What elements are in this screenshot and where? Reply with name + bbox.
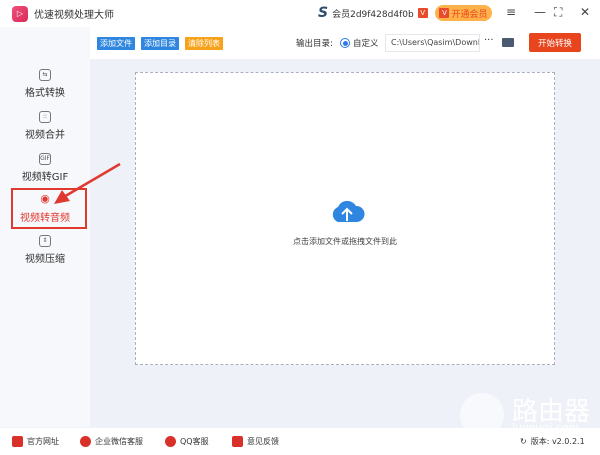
annotation-arrow-icon (54, 162, 121, 204)
qq-icon (165, 436, 176, 447)
add-folder-button[interactable]: 添加目录 (141, 37, 179, 50)
vip-icon: V (439, 8, 450, 18)
member-info[interactable]: S 会员2d9f428d4f0b V (318, 5, 428, 21)
website-link[interactable]: 官方网址 (12, 436, 59, 447)
website-label: 官方网址 (27, 437, 59, 446)
footer: 官方网址 企业微信客服 QQ客服 意见反馈 ↻ 版本: v2.0.2.1 (0, 428, 600, 455)
wechat-icon (80, 436, 91, 447)
drop-hint: 点击添加文件或拖拽文件到此 (293, 237, 397, 246)
feedback-icon (232, 436, 243, 447)
version-info[interactable]: ↻ 版本: v2.0.2.1 (520, 436, 585, 447)
open-vip-label: 开通会员 (451, 9, 488, 20)
title-bar: ▷ 优速视频处理大师 S 会员2d9f428d4f0b V V 开通会员 ≡ — … (0, 0, 600, 27)
wechat-link[interactable]: 企业微信客服 (80, 436, 143, 447)
folder-icon[interactable] (502, 38, 514, 47)
drop-zone[interactable]: 点击添加文件或拖拽文件到此 (135, 72, 555, 365)
vip-icon: V (417, 8, 428, 18)
clear-list-button[interactable]: 清除列表 (185, 37, 223, 50)
custom-radio[interactable]: 自定义 (340, 37, 379, 49)
upload-cloud-icon (332, 200, 365, 222)
browse-more-button[interactable]: ··· (484, 35, 494, 46)
menu-icon[interactable]: ≡ (506, 5, 516, 19)
website-icon (12, 436, 23, 447)
sidebar-item-label: 格式转换 (25, 88, 65, 99)
refresh-icon: ↻ (520, 437, 527, 446)
open-vip-button[interactable]: V 开通会员 (435, 5, 492, 21)
start-convert-button[interactable]: 开始转换 (529, 33, 581, 52)
brand-s-icon: S (318, 5, 329, 21)
app-title: 优速视频处理大师 (34, 10, 114, 21)
sidebar-item-compress[interactable]: ⇕ 视频压缩 (0, 235, 90, 265)
maximize-icon[interactable]: ⛶ (554, 5, 562, 20)
add-file-button[interactable]: 添加文件 (97, 37, 135, 50)
close-icon[interactable]: ✕ (580, 5, 590, 19)
sidebar-item-label: 视频压缩 (25, 254, 65, 265)
qq-label: QQ客服 (180, 437, 209, 446)
wechat-label: 企业微信客服 (95, 437, 143, 446)
toolbar: 添加文件 添加目录 清除列表 输出目录: 自定义 C:\Users\Qasim\… (90, 27, 600, 59)
member-id: 会员2d9f428d4f0b (332, 9, 414, 20)
sidebar-item-label: 视频合并 (25, 130, 65, 141)
output-label: 输出目录: (296, 39, 333, 49)
app-logo-icon: ▷ (12, 5, 28, 22)
feedback-label: 意见反馈 (247, 437, 279, 446)
merge-icon: :: (39, 111, 51, 123)
router-logo-icon (460, 393, 504, 437)
radio-label: 自定义 (353, 39, 379, 49)
compress-icon: ⇕ (39, 235, 51, 247)
sidebar-item-format-convert[interactable]: ⇆ 格式转换 (0, 69, 90, 99)
output-path-input[interactable]: C:\Users\Qasim\Downloads (385, 34, 480, 52)
qq-link[interactable]: QQ客服 (165, 436, 209, 447)
version-label: 版本: v2.0.2.1 (530, 437, 585, 446)
sidebar-item-merge[interactable]: :: 视频合并 (0, 111, 90, 141)
radio-icon (340, 38, 350, 48)
format-convert-icon: ⇆ (39, 69, 51, 81)
minimize-icon[interactable]: — (534, 5, 546, 19)
watermark-url: luyouqi.com (512, 421, 580, 434)
feedback-link[interactable]: 意见反馈 (232, 436, 279, 447)
